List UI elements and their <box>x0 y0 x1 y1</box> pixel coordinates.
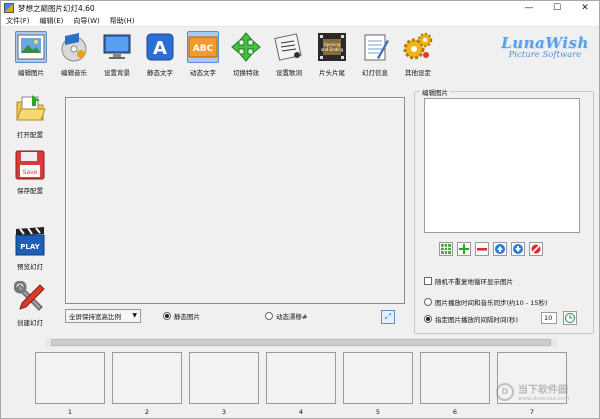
letter-a-icon: A <box>144 31 176 63</box>
edit-image-group: 编辑图片 随机不重复地循环显示图片 图片播放时间和音乐同步(约10 - 15秒)… <box>414 87 594 334</box>
tool-static-text[interactable]: A 静态文字 <box>139 31 181 85</box>
group-title: 编辑图片 <box>420 87 450 97</box>
play-badge-text: PLAY <box>20 243 40 251</box>
menu-bar: 文件(F) 编辑(E) 向导(W) 帮助(H) <box>1 15 599 27</box>
random-loop-checkbox[interactable]: 随机不重复地循环显示图片 <box>424 276 513 286</box>
radio-dynamic-drift[interactable]: 动态漂移# <box>265 311 307 321</box>
monitor-icon <box>101 31 133 63</box>
title-bar: 梦想之巅图片幻灯4.60 — ☐ ✕ <box>1 1 599 15</box>
minus-icon <box>477 248 487 251</box>
tool-lyrics[interactable]: 设置歌词 <box>268 31 310 85</box>
thumbnail-strip: 1 2 3 4 5 6 7 <box>35 352 575 416</box>
tool-background[interactable]: 设置背景 <box>96 31 138 85</box>
svg-text:A: A <box>153 38 167 59</box>
tools-icon <box>13 280 46 313</box>
thumbnail-slot[interactable] <box>35 352 105 404</box>
chevron-down-icon: ▼ <box>132 312 137 319</box>
open-config-button[interactable]: 打开配置 <box>9 93 51 139</box>
preview-canvas[interactable] <box>65 97 405 304</box>
thumbnail-number: 5 <box>375 408 381 416</box>
minimize-button[interactable]: — <box>515 1 543 15</box>
expand-icon: ⤢ <box>384 312 392 321</box>
arrow-up-icon <box>495 244 505 254</box>
close-button[interactable]: ✕ <box>571 1 599 15</box>
arrows-icon <box>230 31 262 63</box>
open-folder-icon <box>14 93 46 125</box>
watermark: D 当下软件园 www.downxia.com <box>496 381 569 402</box>
abc-text-icon: ABC <box>187 31 219 63</box>
music-cd-icon <box>58 31 90 63</box>
canvas-controls: 全屏保持宽高比例 ▼ 静态图片 动态漂移# ⤢ <box>65 309 407 325</box>
thumbnail-slot[interactable] <box>343 352 413 404</box>
grid-view-button[interactable] <box>439 242 453 256</box>
tool-dynamic-text[interactable]: ABC 动态文字 <box>182 31 224 85</box>
grid-icon <box>441 244 451 254</box>
remove-image-button[interactable] <box>475 242 489 256</box>
thumbnail-number: 7 <box>529 408 535 416</box>
svg-text:and Ending: and Ending <box>321 47 344 52</box>
radio-sync-music[interactable]: 图片播放时间和音乐同步(约10 - 15秒) <box>424 297 548 307</box>
gears-icon <box>402 31 434 63</box>
forbidden-icon <box>531 244 541 254</box>
radio-dot <box>265 312 273 320</box>
move-up-button[interactable] <box>493 242 507 256</box>
apply-interval-button[interactable] <box>563 311 577 325</box>
lunawish-logo: LunaWish Picture Software <box>501 34 589 60</box>
svg-text:ABC: ABC <box>193 44 214 54</box>
fullscreen-button[interactable]: ⤢ <box>381 310 395 324</box>
thumbnail-slot[interactable] <box>189 352 259 404</box>
floppy-save-icon: Save <box>14 149 46 181</box>
app-window: 梦想之巅图片幻灯4.60 — ☐ ✕ 文件(F) 编辑(E) 向导(W) 帮助(… <box>0 0 600 419</box>
window-title: 梦想之巅图片幻灯4.60 <box>18 3 95 13</box>
menu-wizard[interactable]: 向导(W) <box>68 16 104 26</box>
thumbnail-slot[interactable] <box>112 352 182 404</box>
menu-edit[interactable]: 编辑(E) <box>35 16 69 26</box>
sidebar: 打开配置 Save 保存配置 PLAY 预览幻灯 创建幻灯 <box>1 87 59 337</box>
radio-dot <box>163 312 171 320</box>
app-icon <box>4 3 14 13</box>
thumbnail-slot[interactable] <box>266 352 336 404</box>
tool-edit-music[interactable]: 编辑音乐 <box>53 31 95 85</box>
thumbnail-number: 6 <box>452 408 458 416</box>
radio-custom-interval[interactable]: 指定图片播放的间隔时间(秒) <box>424 314 518 324</box>
thumbnail-number: 1 <box>67 408 73 416</box>
image-actions <box>439 242 547 256</box>
thumbnail-number: 3 <box>221 408 227 416</box>
menu-file[interactable]: 文件(F) <box>1 16 35 26</box>
move-down-button[interactable] <box>511 242 525 256</box>
thumbnail-slot[interactable] <box>420 352 490 404</box>
tool-other-settings[interactable]: 其他设定 <box>397 31 439 85</box>
image-list-box[interactable] <box>424 98 580 233</box>
tool-opening-ending[interactable]: Opening and Ending 片头片尾 <box>311 31 353 85</box>
create-slideshow-button[interactable]: 创建幻灯 <box>9 280 51 327</box>
maximize-button[interactable]: ☐ <box>543 1 571 15</box>
lyrics-icon <box>273 31 305 63</box>
watermark-logo-icon: D <box>496 382 514 401</box>
clear-images-button[interactable] <box>529 242 543 256</box>
clapper-play-icon: PLAY <box>14 225 46 257</box>
clock-icon <box>565 313 575 323</box>
arrow-down-icon <box>513 244 523 254</box>
thumbnail-number: 4 <box>298 408 304 416</box>
tool-edit-images[interactable]: 编辑图片 <box>10 31 52 85</box>
scrollbar-thumb[interactable] <box>51 339 551 346</box>
thumbnail-number: 2 <box>144 408 150 416</box>
checkbox-box <box>424 277 432 285</box>
photo-icon <box>15 31 47 63</box>
radio-dot <box>424 298 432 306</box>
save-badge-text: Save <box>23 169 38 176</box>
tool-slideshow-info[interactable]: 幻灯信息 <box>354 31 396 85</box>
add-image-button[interactable] <box>457 242 471 256</box>
film-icon: Opening and Ending <box>316 31 348 63</box>
interval-seconds-input[interactable]: 10 <box>541 312 557 324</box>
scale-mode-select[interactable]: 全屏保持宽高比例 ▼ <box>65 309 141 323</box>
plus-icon <box>459 244 469 254</box>
preview-slideshow-button[interactable]: PLAY 预览幻灯 <box>9 225 51 271</box>
menu-help[interactable]: 帮助(H) <box>105 16 140 26</box>
radio-dot <box>424 315 432 323</box>
save-config-button[interactable]: Save 保存配置 <box>9 149 51 195</box>
notepad-icon <box>359 31 391 63</box>
radio-static-image[interactable]: 静态图片 <box>163 311 200 321</box>
tool-transition-effects[interactable]: 切换特效 <box>225 31 267 85</box>
